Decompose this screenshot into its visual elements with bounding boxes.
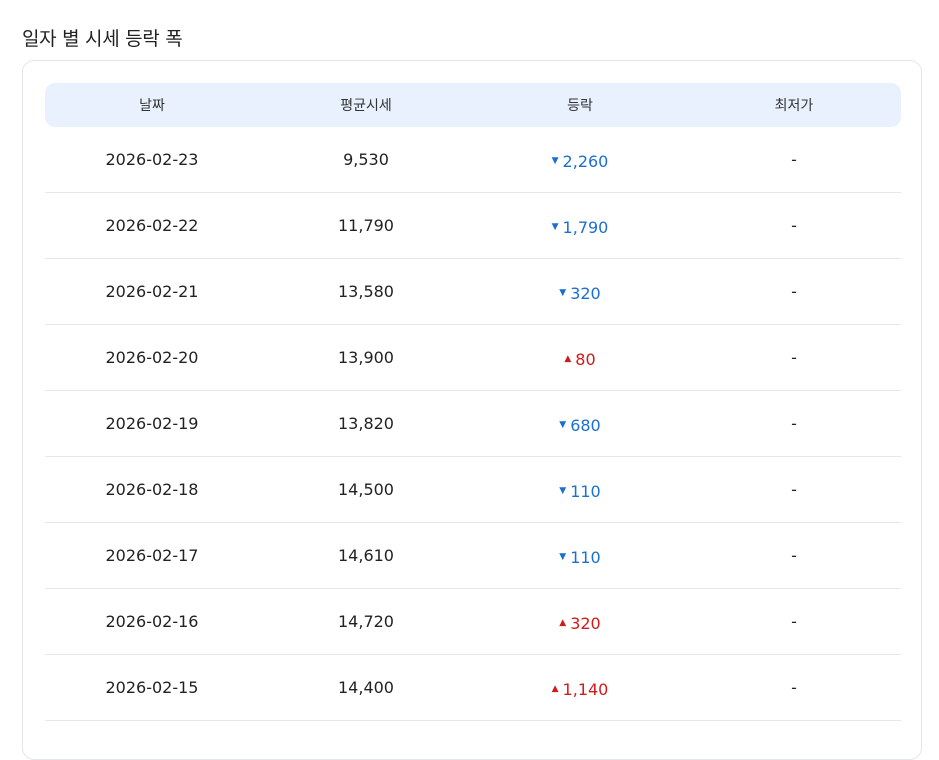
change-value: ▲ 320 [559,614,600,633]
table-row: 2026-02-20 13,900 ▲ 80 - [45,325,901,391]
change-value: ▼ 1,790 [552,218,609,237]
cell-lowest-price: - [791,150,797,169]
price-table-card: 날짜 평균시세 등락 최저가 2026-02-23 9,530 ▼ 2,260-202… [22,60,922,760]
triangle-down-icon: ▼ [551,222,559,232]
cell-average-price: 14,500 [338,480,394,499]
column-header-lowest-price: 최저가 [774,98,814,114]
cell-date: 2026-02-15 [105,678,199,697]
cell-change: ▲ 80 [473,346,687,369]
cell-change: ▼ 320 [473,280,687,303]
cell-average-price: 13,580 [338,282,394,301]
price-table: 날짜 평균시세 등락 최저가 2026-02-23 9,530 ▼ 2,260-202… [45,83,901,721]
table-row: 2026-02-17 14,610 ▼ 110 - [45,523,901,589]
cell-change: ▲ 320 [473,610,687,633]
table-row: 2026-02-23 9,530 ▼ 2,260 - [45,127,901,193]
change-amount: 1,790 [562,218,609,237]
change-amount: 80 [575,350,596,369]
triangle-down-icon: ▼ [559,420,567,430]
change-amount: 2,260 [562,152,609,171]
cell-lowest-price: - [791,480,797,499]
table-row: 2026-02-19 13,820 ▼ 680 - [45,391,901,457]
cell-change: ▼ 110 [473,544,687,567]
cell-lowest-price: - [791,678,797,697]
cell-average-price: 14,610 [338,546,394,565]
cell-date: 2026-02-18 [105,480,199,499]
change-value: ▼ 2,260 [552,152,609,171]
table-row: 2026-02-15 14,400 ▲ 1,140 - [45,655,901,721]
triangle-up-icon: ▲ [551,684,559,694]
change-amount: 110 [570,548,601,567]
table-row: 2026-02-18 14,500 ▼ 110 - [45,457,901,523]
cell-date: 2026-02-16 [105,612,199,631]
cell-date: 2026-02-17 [105,546,199,565]
cell-date: 2026-02-19 [105,414,199,433]
cell-date: 2026-02-20 [105,348,199,367]
cell-date: 2026-02-23 [105,150,199,169]
change-value: ▲ 1,140 [552,680,609,699]
change-value: ▼ 320 [559,284,600,303]
cell-average-price: 14,720 [338,612,394,631]
cell-lowest-price: - [791,348,797,367]
change-value: ▼ 110 [559,482,600,501]
cell-change: ▼ 680 [473,412,687,435]
column-header-average-price: 평균시세 [340,98,392,114]
cell-lowest-price: - [791,546,797,565]
column-header-date: 날짜 [139,98,165,114]
change-amount: 680 [570,416,601,435]
cell-average-price: 13,820 [338,414,394,433]
change-amount: 320 [570,284,601,303]
cell-lowest-price: - [791,216,797,235]
table-row: 2026-02-22 11,790 ▼ 1,790 - [45,193,901,259]
change-value: ▲ 80 [564,350,595,369]
triangle-down-icon: ▼ [559,288,567,298]
triangle-down-icon: ▼ [551,156,559,166]
triangle-down-icon: ▼ [559,486,567,496]
cell-lowest-price: - [791,612,797,631]
triangle-up-icon: ▲ [564,354,572,364]
change-amount: 320 [570,614,601,633]
section-title: 일자 별 시세 등락 폭 [22,28,183,50]
table-row: 2026-02-16 14,720 ▲ 320 - [45,589,901,655]
cell-average-price: 13,900 [338,348,394,367]
cell-lowest-price: - [791,414,797,433]
cell-change: ▼ 2,260 [473,148,687,171]
triangle-down-icon: ▼ [559,552,567,562]
table-body: 2026-02-23 9,530 ▼ 2,260-2026-02-22 11,790 ▼ 1… [45,127,901,721]
table-header: 날짜 평균시세 등락 최저가 [45,83,901,127]
cell-average-price: 9,530 [343,150,389,169]
change-amount: 1,140 [562,680,609,699]
change-amount: 110 [570,482,601,501]
change-value: ▼ 680 [559,416,600,435]
cell-average-price: 11,790 [338,216,394,235]
table-row: 2026-02-21 13,580 ▼ 320 - [45,259,901,325]
change-value: ▼ 110 [559,548,600,567]
cell-change: ▲ 1,140 [473,676,687,699]
cell-change: ▼ 110 [473,478,687,501]
cell-date: 2026-02-22 [105,216,199,235]
cell-average-price: 14,400 [338,678,394,697]
triangle-up-icon: ▲ [559,618,567,628]
cell-date: 2026-02-21 [105,282,199,301]
column-header-change: 등락 [567,98,593,114]
cell-lowest-price: - [791,282,797,301]
cell-change: ▼ 1,790 [473,214,687,237]
